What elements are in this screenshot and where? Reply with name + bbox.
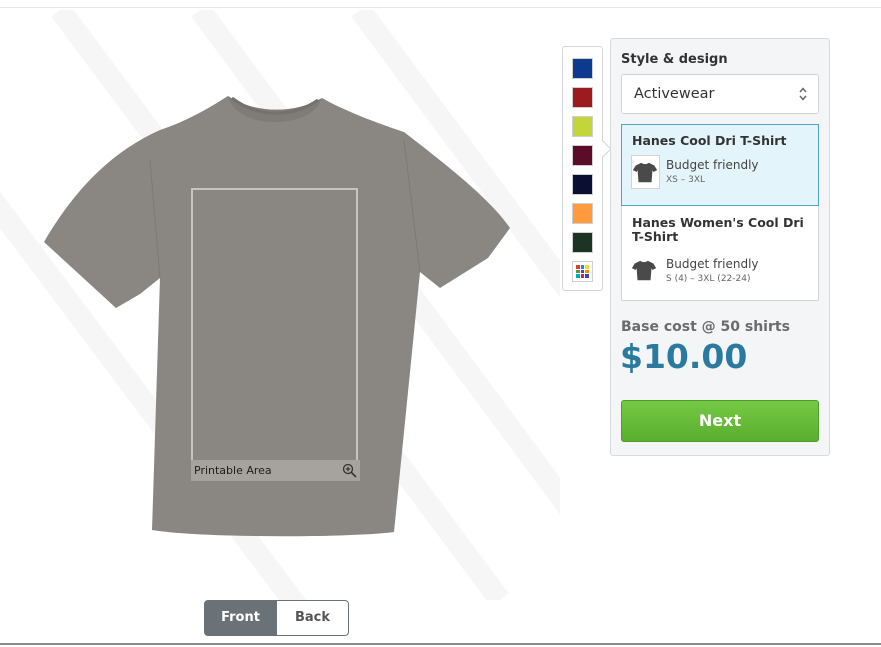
printable-area-label: Printable Area (194, 464, 272, 477)
base-cost-value: $10.00 (620, 337, 748, 376)
base-cost-label: Base cost @ 50 shirts (621, 319, 790, 335)
printable-area-bar: Printable Area (191, 460, 360, 481)
back-view-button[interactable]: Back (277, 600, 349, 636)
style-select-value: Activewear (634, 86, 715, 102)
zoom-in-icon[interactable] (342, 463, 357, 478)
select-caret-icon (799, 87, 807, 101)
product-name: Hanes Women's Cool Dri T-Shirt (632, 215, 804, 244)
product-sizes: S (4) – 3XL (22-24) (666, 274, 751, 284)
product-list: Hanes Cool Dri T-Shirt Budget friendly X… (621, 124, 819, 301)
product-tag: Budget friendly (666, 257, 759, 271)
product-name: Hanes Cool Dri T-Shirt (632, 133, 787, 148)
product-sizes: XS – 3XL (666, 175, 706, 185)
product-option-hanes-cool-dri[interactable]: Hanes Cool Dri T-Shirt Budget friendly X… (621, 124, 819, 206)
swatch-maroon[interactable] (572, 145, 593, 166)
style-select[interactable]: Activewear (621, 74, 819, 114)
next-button[interactable]: Next (621, 400, 819, 442)
shirt-thumbnail (631, 254, 660, 288)
color-swatch-panel (562, 46, 603, 291)
swatch-lime[interactable] (572, 116, 593, 137)
swatch-orange[interactable] (572, 203, 593, 224)
swatch-forest[interactable] (572, 232, 593, 253)
multicolor-grid-icon[interactable] (572, 261, 593, 282)
swatch-navy[interactable] (572, 174, 593, 195)
swatch-royal-blue[interactable] (572, 58, 593, 79)
printable-area-frame[interactable] (191, 188, 358, 480)
t-shirt-icon (632, 162, 658, 183)
top-divider (0, 7, 881, 8)
shirt-preview: Printable Area (0, 10, 560, 600)
product-option-hanes-womens-cool-dri[interactable]: Hanes Women's Cool Dri T-Shirt Budget fr… (622, 207, 818, 299)
bottom-divider (0, 643, 881, 645)
shirt-thumbnail (631, 155, 660, 189)
t-shirt-icon (631, 260, 657, 281)
style-design-heading: Style & design (621, 52, 728, 67)
front-view-button[interactable]: Front (204, 600, 277, 636)
product-tag: Budget friendly (666, 158, 759, 172)
swatch-red[interactable] (572, 87, 593, 108)
product-options-panel: Style & design Activewear Hanes Cool Dri… (610, 38, 830, 456)
view-toggle: Front Back (204, 600, 349, 636)
